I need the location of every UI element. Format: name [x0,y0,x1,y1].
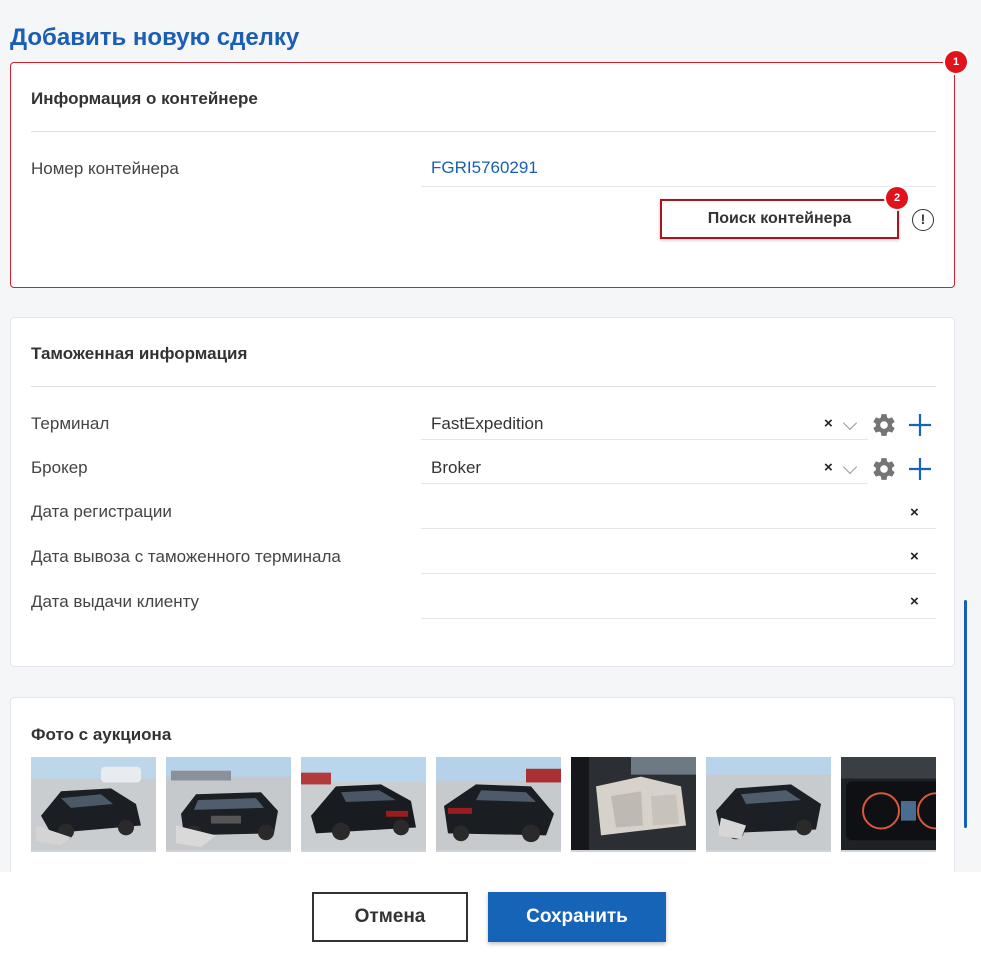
broker-clear-icon[interactable]: × [824,459,833,476]
registration-date-clear-icon[interactable]: × [910,504,919,521]
car-photo-front-damaged[interactable] [31,757,156,852]
search-container-button[interactable]: Поиск контейнера [660,199,899,239]
container-info-card: 1 Информация о контейнере Номер контейне… [10,51,967,288]
car-photo-interior[interactable] [571,757,696,852]
registration-date-field[interactable] [421,528,936,529]
chevron-down-icon[interactable] [842,459,858,475]
footer-bar: Отмена Сохранить [0,872,981,961]
client-delivery-date-field[interactable] [421,618,936,619]
registration-date-label: Дата регистрации [31,502,172,521]
page-title: Добавить новую сделку [10,24,300,51]
container-number-field[interactable]: FGRI5760291 [431,158,538,178]
customs-exit-date-clear-icon[interactable]: × [910,548,919,565]
cancel-button[interactable]: Отмена [312,892,468,942]
client-delivery-date-label: Дата выдачи клиенту [31,592,200,611]
annotation-badge-2: 2 [886,187,908,209]
car-photo-front-side[interactable] [706,757,831,852]
container-section-title: Информация о контейнере [31,89,258,108]
terminal-label: Терминал [31,414,110,433]
terminal-underline [421,439,868,440]
client-delivery-date-clear-icon[interactable]: × [910,593,919,610]
divider [31,131,936,132]
car-photo-rear-right[interactable] [436,757,561,852]
car-photo-dashboard[interactable] [841,757,936,852]
gear-icon[interactable] [871,456,897,482]
broker-label: Брокер [31,458,88,477]
customs-section-title: Таможенная информация [31,344,248,363]
save-button[interactable]: Сохранить [488,892,666,942]
photo-strip [31,757,936,852]
add-terminal-icon[interactable] [908,413,932,437]
car-photo-front[interactable] [166,757,291,852]
car-photo-rear-left[interactable] [301,757,426,852]
broker-underline [421,483,868,484]
auction-photos-card: Фото с аукциона [10,697,955,887]
customs-exit-date-field[interactable] [421,573,936,574]
scrollbar[interactable] [964,600,967,828]
container-number-label: Номер контейнера [31,159,179,178]
container-number-underline [421,186,936,187]
terminal-clear-icon[interactable]: × [824,415,833,432]
annotation-badge-1: 1 [945,51,967,73]
terminal-select[interactable]: FastExpedition [431,414,543,434]
divider [31,386,936,387]
broker-select[interactable]: Broker [431,458,481,478]
photos-section-title: Фото с аукциона [31,725,172,744]
gear-icon[interactable] [871,412,897,438]
customs-info-card: Таможенная информация Терминал FastExped… [10,317,955,667]
chevron-down-icon[interactable] [842,415,858,431]
customs-exit-date-label: Дата вывоза с таможенного терминала [31,547,341,566]
add-broker-icon[interactable] [908,457,932,481]
info-icon[interactable]: ! [912,209,934,231]
